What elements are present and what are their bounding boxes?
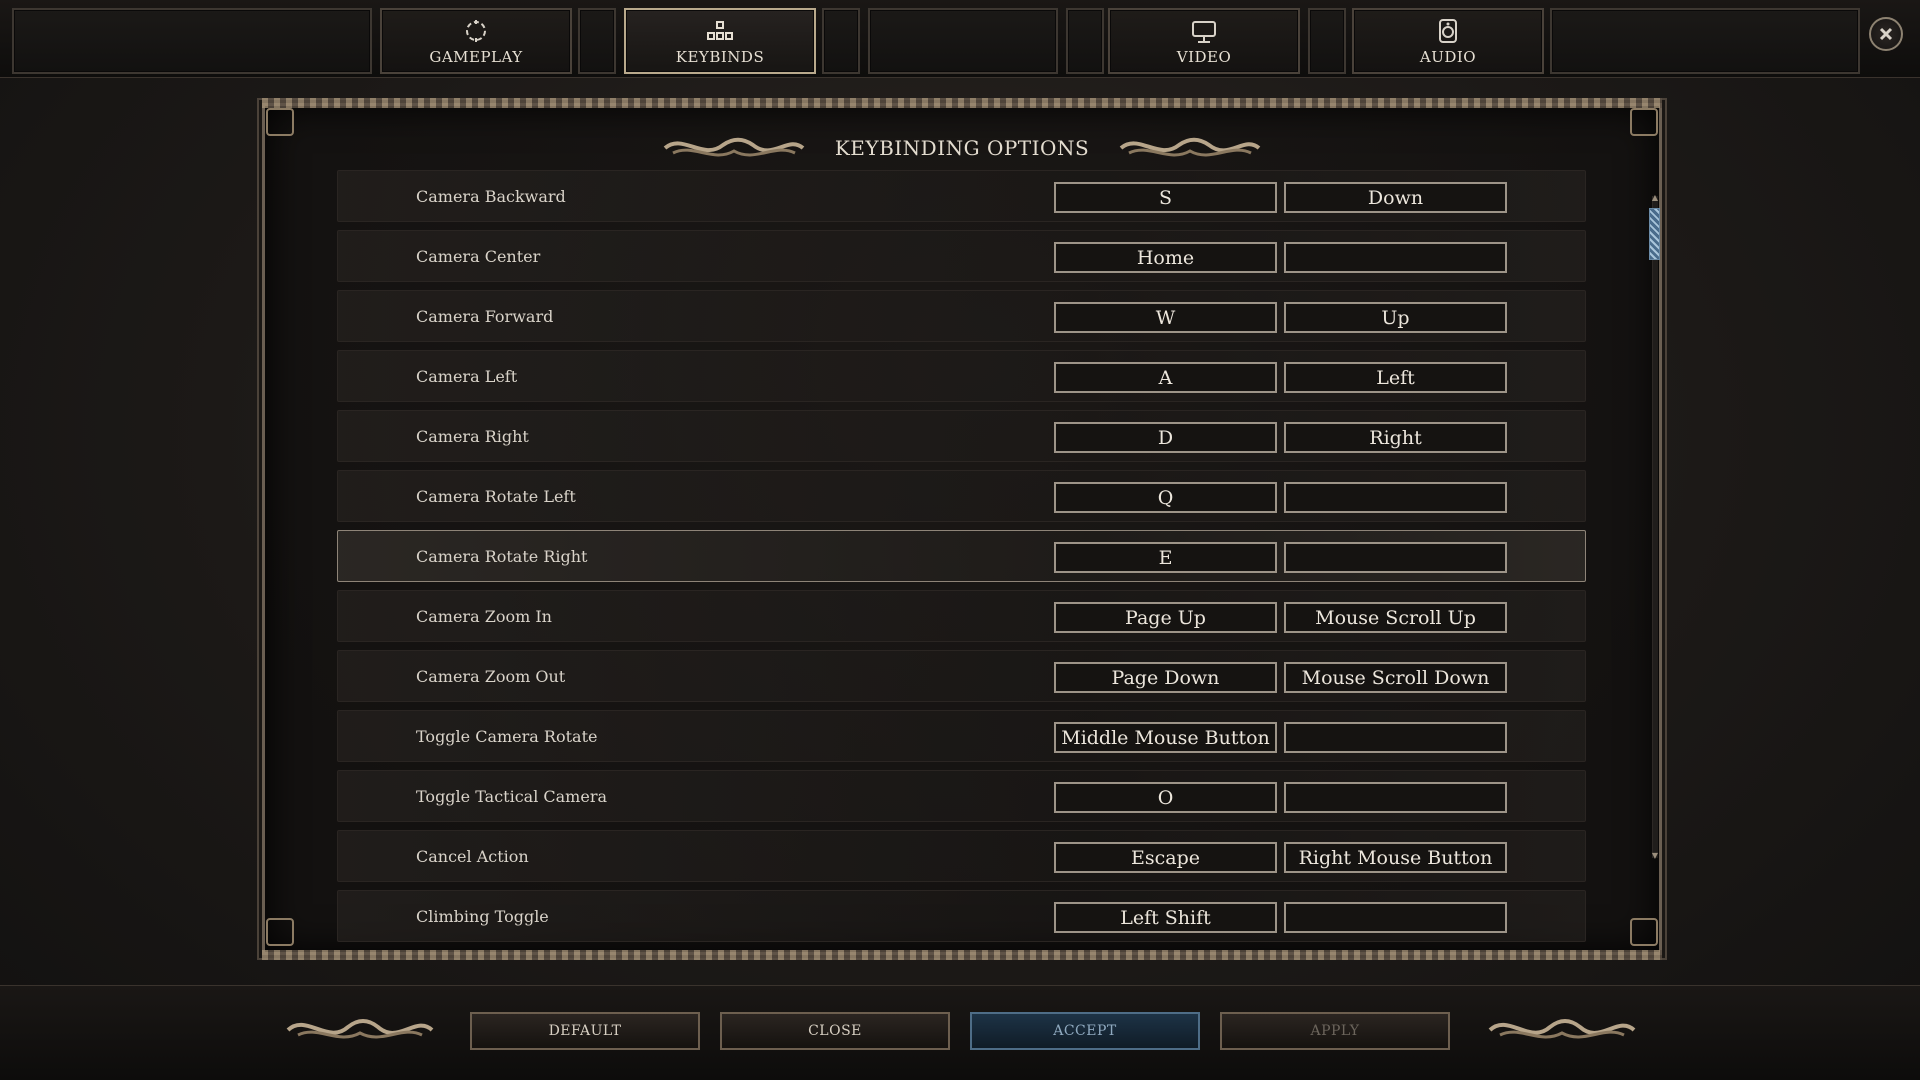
binding-row-camera-left[interactable]: Camera Left A Left: [337, 350, 1586, 402]
secondary-key-button[interactable]: [1284, 482, 1507, 513]
primary-key-button[interactable]: A: [1054, 362, 1277, 393]
primary-key-button[interactable]: D: [1054, 422, 1277, 453]
primary-key-button[interactable]: Home: [1054, 242, 1277, 273]
tab-keybinds[interactable]: KEYBINDS: [624, 8, 816, 74]
action-label: Toggle Camera Rotate: [416, 727, 598, 746]
close-button[interactable]: CLOSE: [720, 1012, 950, 1050]
apply-button[interactable]: APPLY: [1220, 1012, 1450, 1050]
primary-key-button[interactable]: S: [1054, 182, 1277, 213]
tab-audio[interactable]: AUDIO: [1352, 8, 1544, 74]
panel-title: KEYBINDING OPTIONS: [834, 136, 1090, 160]
gameplay-icon: [466, 20, 486, 42]
binding-row-toggle-tactical-camera[interactable]: Toggle Tactical Camera O: [337, 770, 1586, 822]
primary-key-button[interactable]: Q: [1054, 482, 1277, 513]
action-label: Camera Center: [416, 247, 541, 266]
ornament-right-icon: [1488, 1019, 1636, 1039]
action-label: Cancel Action: [416, 847, 529, 866]
secondary-key-button[interactable]: Up: [1284, 302, 1507, 333]
binding-row-camera-rotate-right[interactable]: Camera Rotate Right E: [337, 530, 1586, 582]
action-label: Camera Forward: [416, 307, 554, 326]
action-label: Camera Rotate Right: [416, 547, 588, 566]
secondary-key-button[interactable]: [1284, 542, 1507, 573]
scroll-down-arrow-icon[interactable]: ▼: [1651, 852, 1659, 860]
close-icon: [1879, 27, 1893, 41]
binding-row-climbing-toggle[interactable]: Climbing Toggle Left Shift: [337, 890, 1586, 942]
binding-row-camera-backward[interactable]: Camera Backward S Down: [337, 170, 1586, 222]
tab-gameplay-label: GAMEPLAY: [429, 48, 523, 66]
secondary-key-button[interactable]: [1284, 242, 1507, 273]
divider-slot: [1066, 8, 1104, 74]
default-button[interactable]: DEFAULT: [470, 1012, 700, 1050]
secondary-key-button[interactable]: [1284, 722, 1507, 753]
action-label: Camera Zoom Out: [416, 667, 566, 686]
top-tab-bar: GAMEPLAY KEYBINDS VIDEO AUDIO: [0, 0, 1920, 78]
tab-video[interactable]: VIDEO: [1108, 8, 1300, 74]
primary-key-button[interactable]: W: [1054, 302, 1277, 333]
tab-keybinds-label: KEYBINDS: [675, 48, 765, 66]
secondary-key-button[interactable]: [1284, 902, 1507, 933]
action-label: Camera Right: [416, 427, 529, 446]
binding-row-toggle-camera-rotate[interactable]: Toggle Camera Rotate Middle Mouse Button: [337, 710, 1586, 762]
scrollbar-track[interactable]: [1652, 196, 1658, 858]
divider-slot: [1308, 8, 1346, 74]
secondary-key-button[interactable]: Right: [1284, 422, 1507, 453]
binding-row-cancel-action[interactable]: Cancel Action Escape Right Mouse Button: [337, 830, 1586, 882]
divider-slot: [822, 8, 860, 74]
secondary-key-button[interactable]: [1284, 782, 1507, 813]
primary-key-button[interactable]: O: [1054, 782, 1277, 813]
secondary-key-button[interactable]: Left: [1284, 362, 1507, 393]
tab-video-label: VIDEO: [1176, 48, 1232, 66]
close-window-button[interactable]: [1869, 17, 1903, 51]
scrollbar-thumb[interactable]: [1649, 208, 1660, 260]
tab-audio-label: AUDIO: [1419, 48, 1477, 66]
primary-key-button[interactable]: Page Down: [1054, 662, 1277, 693]
corner-ornament: [266, 918, 294, 946]
ornament-right-icon: [1119, 137, 1261, 157]
binding-row-camera-zoom-in[interactable]: Camera Zoom In Page Up Mouse Scroll Up: [337, 590, 1586, 642]
binding-row-camera-right[interactable]: Camera Right D Right: [337, 410, 1586, 462]
primary-key-button[interactable]: Middle Mouse Button: [1054, 722, 1277, 753]
primary-key-button[interactable]: E: [1054, 542, 1277, 573]
accept-button[interactable]: ACCEPT: [970, 1012, 1200, 1050]
panel-border-bottom: [262, 950, 1662, 960]
action-label: Camera Rotate Left: [416, 487, 576, 506]
empty-slot: [12, 8, 372, 74]
secondary-key-button[interactable]: Down: [1284, 182, 1507, 213]
monitor-icon: [1192, 21, 1216, 43]
binding-row-camera-forward[interactable]: Camera Forward W Up: [337, 290, 1586, 342]
corner-ornament: [1630, 918, 1658, 946]
empty-tab-slot: [868, 8, 1058, 74]
primary-key-button[interactable]: Page Up: [1054, 602, 1277, 633]
scroll-up-arrow-icon[interactable]: ▲: [1651, 194, 1659, 202]
tab-gameplay[interactable]: GAMEPLAY: [380, 8, 572, 74]
secondary-key-button[interactable]: Mouse Scroll Up: [1284, 602, 1507, 633]
primary-key-button[interactable]: Left Shift: [1054, 902, 1277, 933]
action-label: Toggle Tactical Camera: [416, 787, 608, 806]
ornament-left-icon: [286, 1019, 434, 1039]
action-label: Camera Backward: [416, 187, 566, 206]
binding-row-camera-zoom-out[interactable]: Camera Zoom Out Page Down Mouse Scroll D…: [337, 650, 1586, 702]
binding-row-camera-center[interactable]: Camera Center Home: [337, 230, 1586, 282]
primary-key-button[interactable]: Escape: [1054, 842, 1277, 873]
binding-row-camera-rotate-left[interactable]: Camera Rotate Left Q: [337, 470, 1586, 522]
speaker-icon: [1439, 19, 1457, 43]
panel-border-top: [262, 98, 1662, 108]
action-label: Camera Left: [416, 367, 518, 386]
empty-slot: [1550, 8, 1860, 74]
panel-title-row: KEYBINDING OPTIONS: [262, 128, 1662, 168]
ornament-left-icon: [663, 137, 805, 157]
secondary-key-button[interactable]: Mouse Scroll Down: [1284, 662, 1507, 693]
divider-slot: [578, 8, 616, 74]
secondary-key-button[interactable]: Right Mouse Button: [1284, 842, 1507, 873]
action-label: Climbing Toggle: [416, 907, 549, 926]
keybinds-icon: [707, 21, 733, 40]
action-label: Camera Zoom In: [416, 607, 552, 626]
